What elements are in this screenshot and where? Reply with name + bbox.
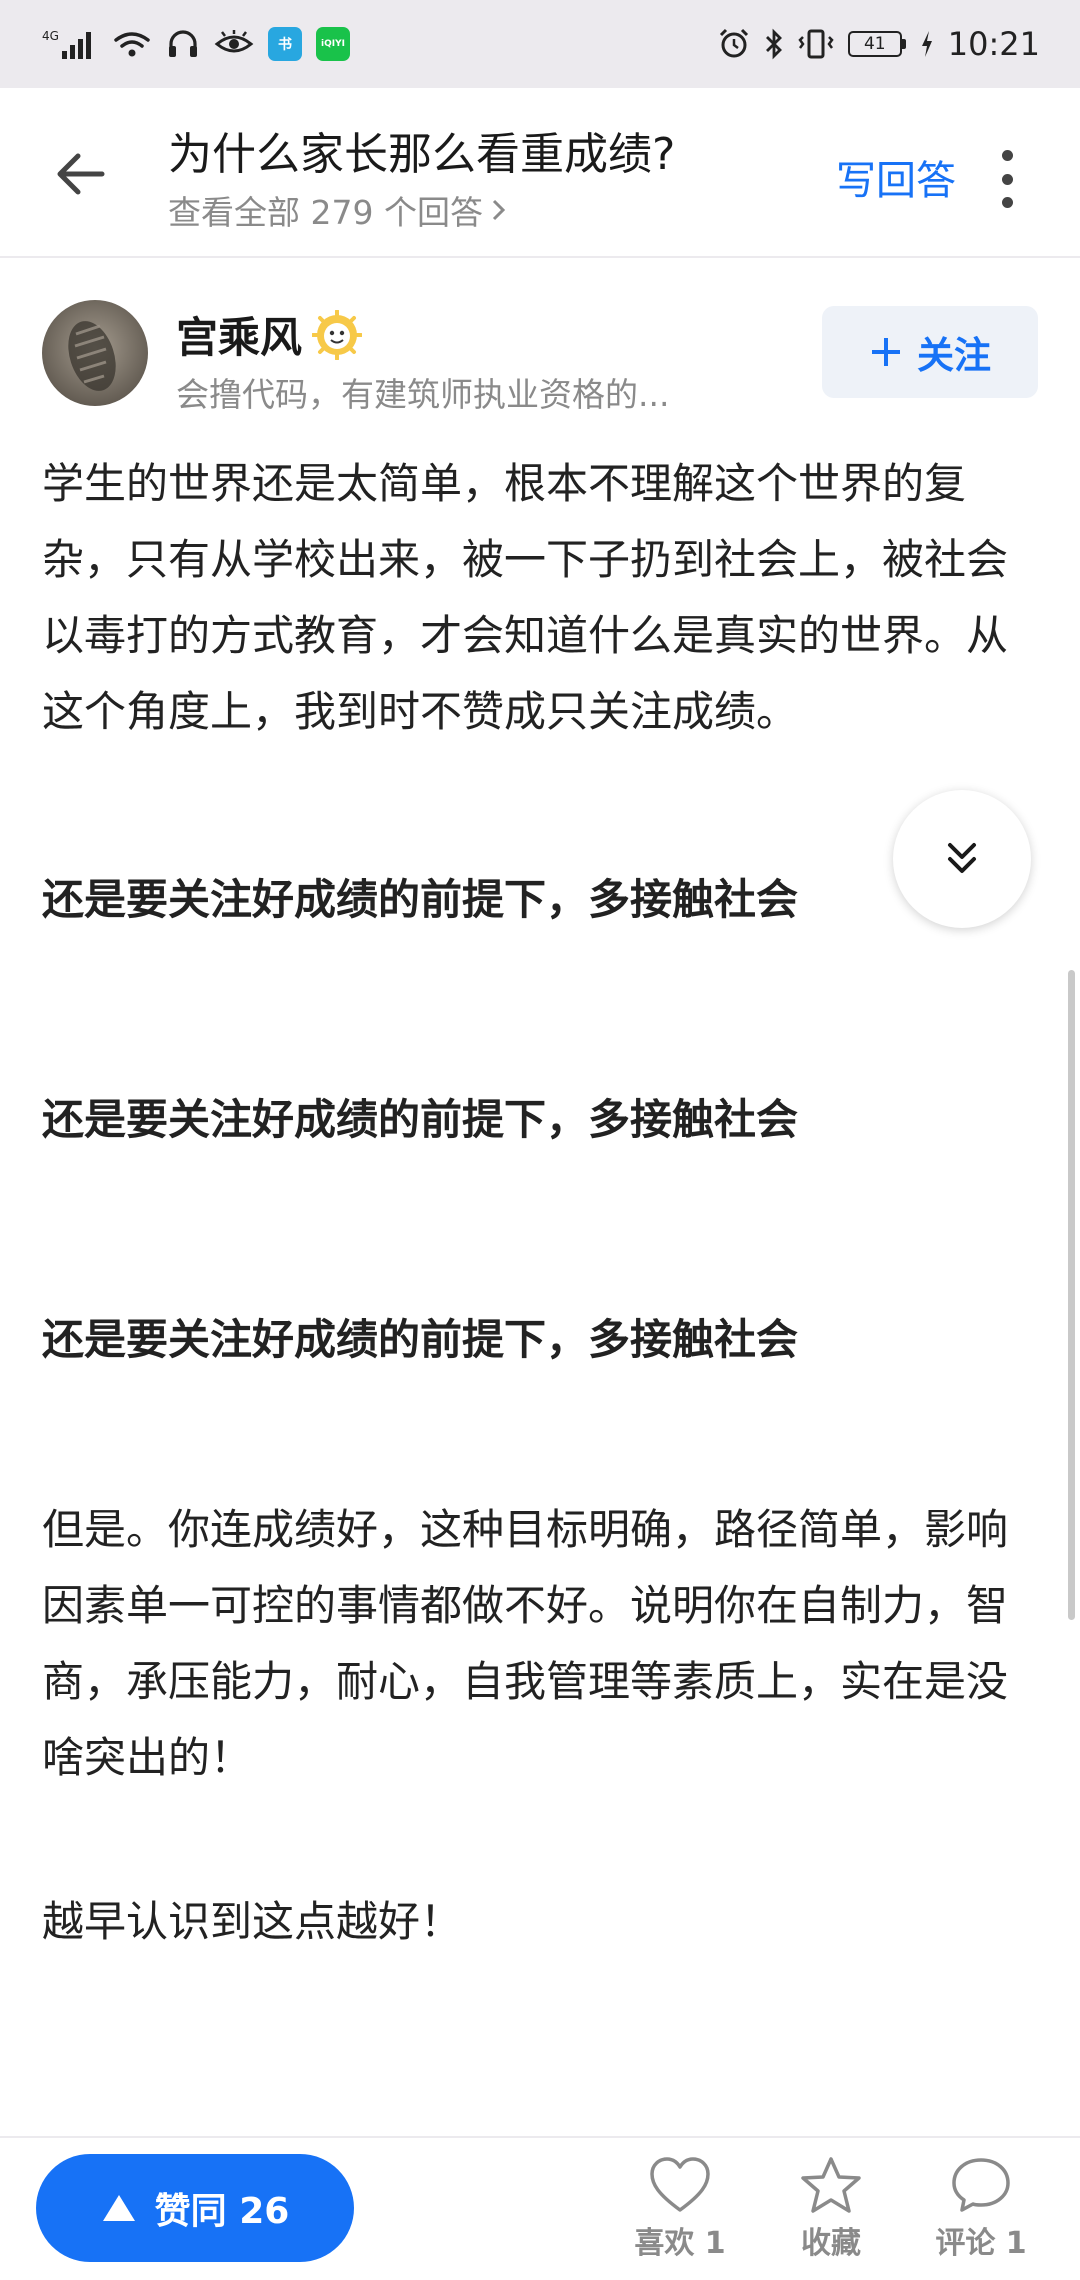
- author-row: 宫乘风 会撸代码，有建筑师执业资格的... 关注: [0, 296, 1080, 416]
- more-options-icon[interactable]: [990, 144, 1024, 214]
- double-chevron-down-icon: [948, 843, 976, 873]
- answer-bold-line: 还是要关注好成绩的前提下，多接触社会: [42, 1095, 799, 1144]
- collect-label: 收藏: [801, 2226, 861, 2261]
- battery-level: 41: [847, 31, 902, 57]
- battery-icon: 41: [847, 31, 906, 57]
- view-all-answers-link[interactable]: 查看全部 279 个回答: [168, 186, 507, 234]
- author-description: 会撸代码，有建筑师执业资格的...: [176, 375, 670, 414]
- chevron-right-icon: [492, 199, 506, 221]
- back-button[interactable]: [50, 144, 110, 204]
- clock: 10:21: [947, 25, 1040, 63]
- comment-button[interactable]: 评论 1: [911, 2156, 1051, 2262]
- answer-paragraph: 学生的世界还是太简单，根本不理解这个世界的复杂，只有从学校出来，被一下子扔到社会…: [42, 459, 1009, 736]
- bluetooth-icon: [764, 28, 784, 60]
- avatar[interactable]: [42, 300, 148, 406]
- comment-label: 评论 1: [935, 2226, 1027, 2261]
- view-all-answers-label: 查看全部 279 个回答: [168, 193, 483, 232]
- like-button[interactable]: 喜欢 1: [610, 2156, 750, 2262]
- status-bar: 4G 书 iQIYI 41 10:21: [0, 0, 1080, 88]
- status-left: 4G 书 iQIYI: [42, 27, 350, 61]
- collect-button[interactable]: 收藏: [761, 2156, 901, 2262]
- answer-paragraph: 越早认识到这点越好！: [42, 1897, 463, 1946]
- agree-label: 赞同 26: [154, 2191, 290, 2232]
- follow-label: 关注: [917, 334, 991, 377]
- wifi-icon: [112, 28, 152, 60]
- author-name: 宫乘风: [176, 313, 303, 362]
- answer-bold-line: 还是要关注好成绩的前提下，多接触社会: [42, 1315, 799, 1364]
- back-arrow-icon: [57, 153, 105, 195]
- expand-button[interactable]: [893, 790, 1031, 928]
- status-right: 41 10:21: [718, 25, 1040, 63]
- plus-icon: [872, 338, 900, 366]
- triangle-up-icon: [102, 2195, 135, 2221]
- author-name-row[interactable]: 宫乘风: [176, 304, 363, 365]
- follow-button[interactable]: 关注: [822, 306, 1038, 398]
- iqiyi-app-icon: iQIYI: [316, 27, 350, 61]
- book-app-icon: 书: [268, 27, 302, 61]
- heart-icon: [650, 2157, 710, 2212]
- answer-paragraph: 但是。你连成绩好，这种目标明确，路径简单，影响因素单一可控的事情都做不好。说明你…: [42, 1505, 1009, 1782]
- scrollbar[interactable]: [1068, 970, 1075, 1620]
- write-answer-button[interactable]: 写回答: [836, 148, 956, 206]
- question-title[interactable]: 为什么家长那么看重成绩?: [168, 118, 675, 182]
- vibrate-icon: [798, 28, 834, 60]
- comment-bubble-icon: [952, 2158, 1010, 2212]
- like-label: 喜欢 1: [634, 2226, 726, 2261]
- question-header: 为什么家长那么看重成绩? 查看全部 279 个回答 写回答: [0, 88, 1080, 258]
- eye-icon: [214, 30, 254, 58]
- alarm-icon: [718, 28, 750, 60]
- answer-bold-line: 还是要关注好成绩的前提下，多接触社会: [42, 875, 799, 924]
- emoji-badge-icon: [312, 309, 363, 360]
- agree-button[interactable]: 赞同 26: [36, 2154, 354, 2262]
- star-icon: [801, 2157, 861, 2213]
- answer-content: 学生的世界还是太简单，根本不理解这个世界的复杂，只有从学校出来，被一下子扔到社会…: [42, 446, 1022, 1960]
- svg-text:4G: 4G: [42, 29, 59, 43]
- signal-icon: 4G: [42, 27, 98, 61]
- charging-icon: [920, 30, 934, 58]
- headset-icon: [166, 28, 200, 60]
- bottom-action-bar: 赞同 26 喜欢 1 收藏 评论 1: [0, 2136, 1080, 2280]
